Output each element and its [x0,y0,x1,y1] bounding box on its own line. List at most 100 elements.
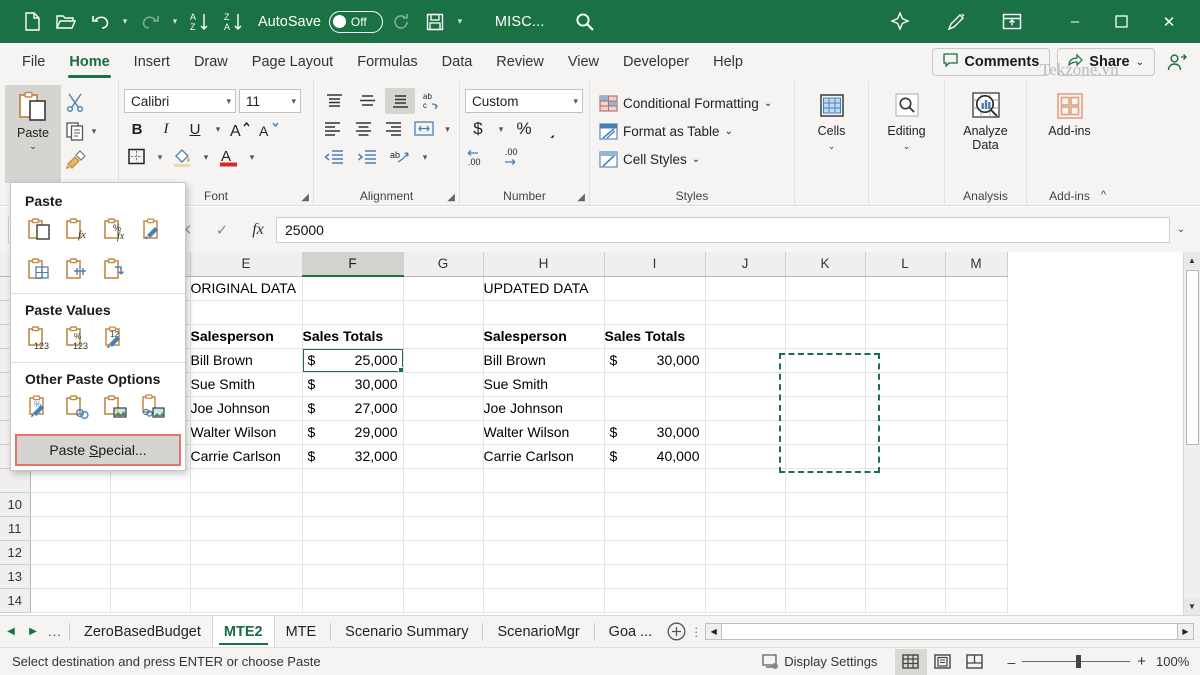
cell[interactable] [705,420,785,444]
cell[interactable] [945,564,1007,588]
normal-view-button[interactable] [895,649,927,675]
search-icon[interactable] [569,7,601,37]
tab-formulas[interactable]: Formulas [345,43,429,81]
paste-keep-column-widths-icon[interactable] [61,253,95,285]
add-ins-button[interactable]: Add-ins [1039,85,1101,183]
confirm-checkmark-icon[interactable]: ✓ [204,217,240,243]
paste-values-formatting-icon[interactable]: 12 [99,322,133,354]
cell-upd-amount-0[interactable]: $30,000 [604,348,705,372]
col-header-L[interactable]: L [865,252,945,276]
merge-center-button[interactable]: ab [385,144,415,170]
cell[interactable] [302,588,403,612]
cell[interactable] [483,300,604,324]
merge-center-caret-icon[interactable]: ▾ [418,145,432,170]
align-bottom-button[interactable] [385,88,415,114]
undo-icon[interactable] [84,7,116,37]
format-as-table-button[interactable]: Format as Table ⌄ [599,117,789,145]
copy-button[interactable]: ▾ [65,118,101,144]
cell[interactable] [945,540,1007,564]
row-header-14[interactable]: 14 [0,588,30,612]
cell[interactable] [705,372,785,396]
cell[interactable] [785,588,865,612]
sheet-tab-mte[interactable]: MTE [275,616,328,647]
align-center-button[interactable] [350,116,378,142]
vertical-scroll-thumb[interactable] [1186,270,1199,445]
all-sheets-button[interactable]: ... [44,617,66,647]
number-dialog-launcher[interactable]: ◢ [577,192,585,203]
cell[interactable] [110,540,190,564]
paste-dropdown-caret[interactable]: ⌄ [29,141,37,152]
analyze-data-button[interactable]: Analyze Data [955,85,1017,183]
cell[interactable] [705,492,785,516]
paste-formulas-icon[interactable]: fx [61,213,95,245]
font-dialog-launcher[interactable]: ◢ [301,192,309,203]
minimize-button[interactable]: – [1052,0,1098,43]
cut-button[interactable] [65,89,101,115]
horizontal-scrollbar[interactable]: ◀ ▶ [705,623,1194,640]
cell-orig-header-sales-totals[interactable]: Sales Totals [302,324,403,348]
col-header-M[interactable]: M [945,252,1007,276]
sheet-tab-scenario-summary[interactable]: Scenario Summary [334,616,479,647]
cell[interactable] [945,276,1007,300]
ribbon-display-options-icon[interactable] [996,7,1028,37]
wrap-text-caret-icon[interactable]: ▾ [441,117,454,142]
font-family-caret-icon[interactable]: ▾ [220,96,231,107]
paste-formatting-icon[interactable] [137,213,171,245]
cell[interactable] [302,468,403,492]
cell-upd-amount-4[interactable]: $40,000 [604,444,705,468]
decrease-font-size-button[interactable]: A [257,117,283,142]
cell[interactable] [483,564,604,588]
sheet-tab-goa[interactable]: Goa ... [598,616,664,647]
cell-orig-amount-3[interactable]: $29,000 [302,420,403,444]
cell[interactable] [403,372,483,396]
comments-button[interactable]: Comments [932,48,1050,76]
paste-formatting-only-icon[interactable]: % [23,391,57,423]
cell[interactable] [604,540,705,564]
cell[interactable] [483,492,604,516]
paste-link-icon[interactable] [61,391,95,423]
cell-orig-name-4[interactable]: Carrie Carlson [190,444,302,468]
cell[interactable] [865,444,945,468]
customize-qat-icon[interactable]: ▾ [453,16,467,27]
cell[interactable] [945,468,1007,492]
wrap-text-button[interactable] [411,116,439,142]
cell[interactable] [483,588,604,612]
tab-help[interactable]: Help [701,43,755,81]
currency-format-button[interactable]: $ [465,117,491,142]
cell[interactable] [110,564,190,588]
cell[interactable] [945,420,1007,444]
row-header-13[interactable]: 13 [0,564,30,588]
cell[interactable] [302,516,403,540]
cell[interactable] [865,516,945,540]
cell[interactable] [302,276,403,300]
cell[interactable] [865,588,945,612]
cell[interactable] [785,444,865,468]
format-as-table-caret-icon[interactable]: ⌄ [725,126,733,137]
comma-style-button[interactable]: ͵ [540,117,566,142]
conditional-formatting-button[interactable]: Conditional Formatting ⌄ [599,89,789,117]
cell[interactable] [302,540,403,564]
cell[interactable] [865,396,945,420]
cell[interactable] [945,444,1007,468]
font-color-caret-icon[interactable]: ▾ [245,145,259,170]
cells-button[interactable]: Cells ⌄ [801,85,863,183]
cell-upd-header-salesperson[interactable]: Salesperson [483,324,604,348]
redo-dropdown-caret[interactable]: ▾ [168,16,182,27]
scroll-down-button[interactable]: ▼ [1184,598,1200,615]
cell[interactable] [865,324,945,348]
cell[interactable] [190,516,302,540]
cell[interactable] [705,468,785,492]
cell[interactable] [865,276,945,300]
cell[interactable] [785,396,865,420]
cell[interactable] [785,540,865,564]
cell[interactable] [604,276,705,300]
paste-values-icon[interactable]: 123 [23,322,57,354]
cell[interactable] [945,300,1007,324]
col-header-K[interactable]: K [785,252,865,276]
cell[interactable] [110,516,190,540]
row-header-12[interactable]: 12 [0,540,30,564]
new-file-icon[interactable] [16,7,48,37]
cell[interactable] [30,588,110,612]
paste-button[interactable]: Paste ⌄ [5,85,61,183]
cell[interactable] [190,492,302,516]
